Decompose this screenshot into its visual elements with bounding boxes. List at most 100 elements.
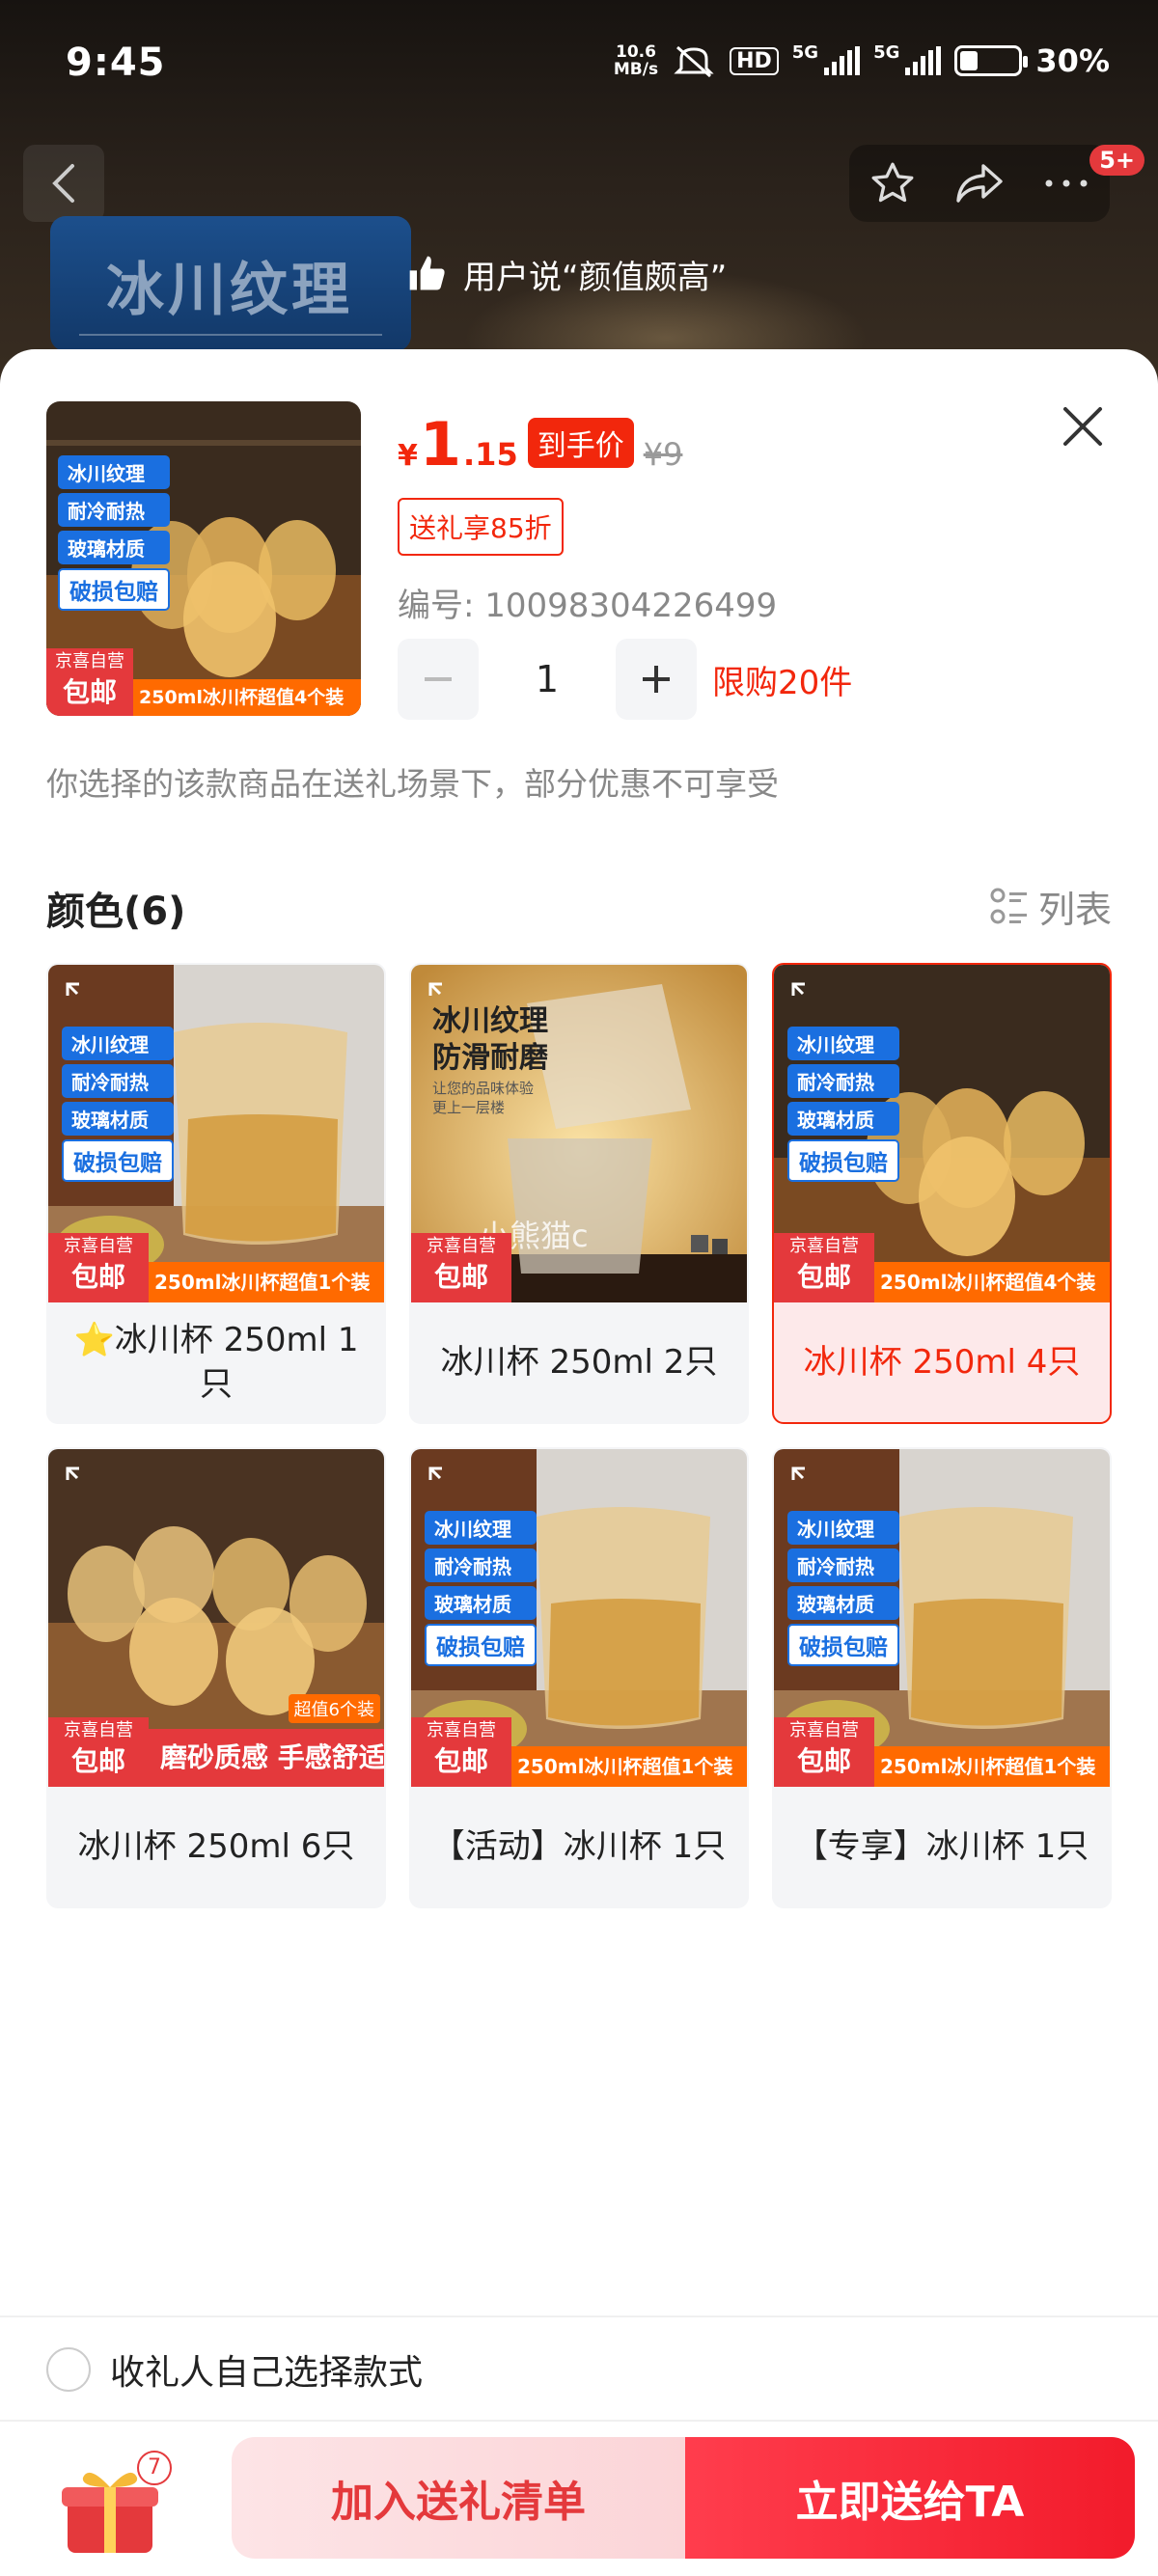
promo-strip: 磨砂质感 手感舒适 <box>149 1729 384 1787</box>
price-currency: ¥ <box>398 439 418 473</box>
close-icon[interactable] <box>1054 397 1112 455</box>
hd-voice-icon: HD <box>730 46 779 75</box>
share-icon[interactable] <box>954 160 1005 206</box>
bottom-action-bar: 7 加入送礼清单 立即送给TA <box>0 2424 1158 2576</box>
feature-chips: 冰川纹理 耐冷耐热 玻璃材质 破损包赔 <box>787 1027 899 1182</box>
network-speed: 10.6 MB/s <box>613 42 659 79</box>
color-option-card[interactable]: 冰川纹理 耐冷耐热 玻璃材质 破损包赔 京喜自营 包邮 250ml冰川杯超值1个装… <box>46 963 386 1424</box>
option-label: 【专享】冰川杯 1只 <box>794 1827 1089 1866</box>
network-type-label: 5G <box>873 42 900 63</box>
review-banner: 用户说“颜值颇高” <box>405 241 727 307</box>
feature-chip: 冰川纹理 <box>62 1027 174 1060</box>
divider <box>0 2420 1158 2422</box>
list-view-icon <box>990 888 1027 923</box>
color-option-card[interactable]: 冰川纹理 耐冷耐热 玻璃材质 破损包赔 京喜自营 包邮 250ml冰川杯超值1个装… <box>772 1447 1112 1908</box>
price-integer: 1 <box>419 409 462 480</box>
jd-selfrun-badge: 京喜自营 包邮 <box>411 1233 511 1302</box>
star-icon[interactable] <box>868 159 917 207</box>
option-label: 冰川杯 250ml 6只 <box>77 1827 355 1866</box>
feature-chips: 冰川纹理 耐冷耐热 玻璃材质 破损包赔 <box>62 1027 174 1182</box>
expand-icon[interactable] <box>64 980 98 1015</box>
color-option-card[interactable]: 超值6个装 京喜自营 包邮 磨砂质感 手感舒适 冰川杯 250ml 6只 <box>46 1447 386 1908</box>
gift-discount-coupon: 送礼享85折 <box>398 498 564 556</box>
feature-chip: 玻璃材质 <box>58 531 170 564</box>
feature-chip-guarantee: 破损包赔 <box>62 1139 174 1182</box>
sku-number: 编号: 10098304226499 <box>398 587 778 625</box>
promo-strip: 250ml冰川杯超值4个装 <box>133 679 361 716</box>
feature-chip: 玻璃材质 <box>787 1102 899 1136</box>
message-count-badge: 5+ <box>1089 145 1144 176</box>
expand-icon[interactable] <box>789 980 824 1015</box>
purchase-limit: 限购20件 <box>712 663 853 702</box>
battery-level <box>960 51 978 70</box>
promo-strip: 250ml冰川杯超值1个装 <box>149 1262 384 1302</box>
jd-selfrun-badge: 京喜自营 包邮 <box>48 1233 149 1302</box>
promo-strip: 250ml冰川杯超值1个装 <box>874 1746 1110 1787</box>
promo-strip: 250ml冰川杯超值1个装 <box>511 1746 747 1787</box>
color-option-card-selected[interactable]: 冰川纹理 耐冷耐热 玻璃材质 破损包赔 京喜自营 包邮 250ml冰川杯超值4个装… <box>772 963 1112 1424</box>
mute-icon <box>674 45 714 78</box>
more-icon[interactable] <box>1042 177 1090 190</box>
status-time: 9:45 <box>66 41 166 85</box>
feature-chip: 冰川纹理 <box>425 1511 537 1545</box>
color-section-title: 颜色(6) <box>46 890 186 934</box>
jd-selfrun-badge: 京喜自营 包邮 <box>411 1717 511 1787</box>
feature-chips: 冰川纹理 耐冷耐热 玻璃材质 破损包赔 <box>787 1511 899 1666</box>
color-options-grid: 冰川纹理 耐冷耐热 玻璃材质 破损包赔 京喜自营 包邮 250ml冰川杯超值1个装… <box>46 963 1112 1908</box>
feature-chip: 耐冷耐热 <box>787 1548 899 1582</box>
feature-chip-guarantee: 破损包赔 <box>787 1139 899 1182</box>
quantity-tag: 超值6个装 <box>288 1694 380 1723</box>
option-image: 冰川纹理 耐冷耐热 玻璃材质 破损包赔 京喜自营 包邮 250ml冰川杯超值4个装 <box>774 965 1110 1302</box>
spec-selection-sheet: 冰川纹理 耐冷耐热 玻璃材质 破损包赔 京喜自营 包邮 250ml冰川杯超值4个… <box>0 349 1158 2576</box>
send-gift-now-button[interactable]: 立即送给TA <box>685 2437 1135 2559</box>
list-view-label: 列表 <box>1037 889 1112 931</box>
promo-strip: 250ml冰川杯超值4个装 <box>874 1262 1110 1302</box>
add-to-gift-list-button[interactable]: 加入送礼清单 <box>232 2437 685 2559</box>
chevron-left-icon <box>52 164 74 203</box>
back-button[interactable] <box>23 145 104 222</box>
feature-tag: 冰川纹理 <box>50 216 411 351</box>
status-bar: 9:45 10.6 MB/s HD 5G 5G 30% <box>0 0 1158 125</box>
plus-icon <box>643 666 670 693</box>
divider <box>0 2316 1158 2317</box>
feature-chip: 玻璃材质 <box>425 1586 537 1620</box>
quantity-stepper: 1 限购20件 <box>398 639 852 720</box>
option-label: 冰川杯 250ml 2只 <box>440 1343 718 1382</box>
increase-button[interactable] <box>616 639 697 720</box>
feature-chip: 冰川纹理 <box>787 1027 899 1060</box>
recipient-choice-radio[interactable] <box>46 2347 91 2392</box>
selected-product-thumbnail[interactable]: 冰川纹理 耐冷耐热 玻璃材质 破损包赔 京喜自营 包邮 250ml冰川杯超值4个… <box>46 401 361 716</box>
jd-selfrun-badge: 京喜自营 包邮 <box>48 1717 149 1787</box>
feature-chips: 冰川纹理 耐冷耐热 玻璃材质 破损包赔 <box>58 455 170 611</box>
list-view-toggle[interactable]: 列表 <box>990 880 1112 933</box>
recipient-choice-option[interactable]: 收礼人自己选择款式 <box>46 2344 423 2395</box>
signal-icon <box>905 46 942 75</box>
feature-chip-guarantee: 破损包赔 <box>425 1624 537 1666</box>
promo-subtext: 让您的品味体验 更上一层楼 <box>432 1080 535 1116</box>
feature-chip: 玻璃材质 <box>62 1102 174 1136</box>
expand-icon[interactable] <box>64 1465 98 1499</box>
option-image: 冰川纹理 耐冷耐热 玻璃材质 破损包赔 京喜自营 包邮 250ml冰川杯超值1个装 <box>411 1449 747 1787</box>
minus-icon <box>425 677 452 681</box>
feature-tag-underline <box>79 334 382 336</box>
feature-chip: 耐冷耐热 <box>62 1064 174 1098</box>
expand-icon[interactable] <box>789 1465 824 1499</box>
feature-chip: 耐冷耐热 <box>58 493 170 527</box>
jd-selfrun-badge: 京喜自营 包邮 <box>46 648 133 716</box>
jd-selfrun-badge: 京喜自营 包邮 <box>774 1233 874 1302</box>
price-row: ¥ 1 .15 到手价 ¥9 <box>398 409 682 480</box>
expand-icon[interactable] <box>427 1465 461 1499</box>
feature-chip: 耐冷耐热 <box>425 1548 537 1582</box>
quantity-value[interactable]: 1 <box>479 658 616 700</box>
original-price: ¥9 <box>643 436 683 473</box>
battery-icon <box>954 45 1029 76</box>
feature-chip: 冰川纹理 <box>787 1511 899 1545</box>
color-option-card[interactable]: 冰川纹理 耐冷耐热 玻璃材质 破损包赔 京喜自营 包邮 250ml冰川杯超值1个装… <box>409 1447 749 1908</box>
decrease-button[interactable] <box>398 639 479 720</box>
status-icons: 10.6 MB/s HD 5G 5G 30% <box>614 42 1110 79</box>
feature-chip-guarantee: 破损包赔 <box>58 568 170 611</box>
price-decimal: .15 <box>463 436 518 473</box>
color-option-card[interactable]: 冰川纹理 防滑耐磨 让您的品味体验 更上一层楼 小熊猫c 京喜自营 包邮 冰川杯 … <box>409 963 749 1424</box>
feature-chip: 耐冷耐热 <box>787 1064 899 1098</box>
thumbs-up-icon <box>409 256 445 290</box>
